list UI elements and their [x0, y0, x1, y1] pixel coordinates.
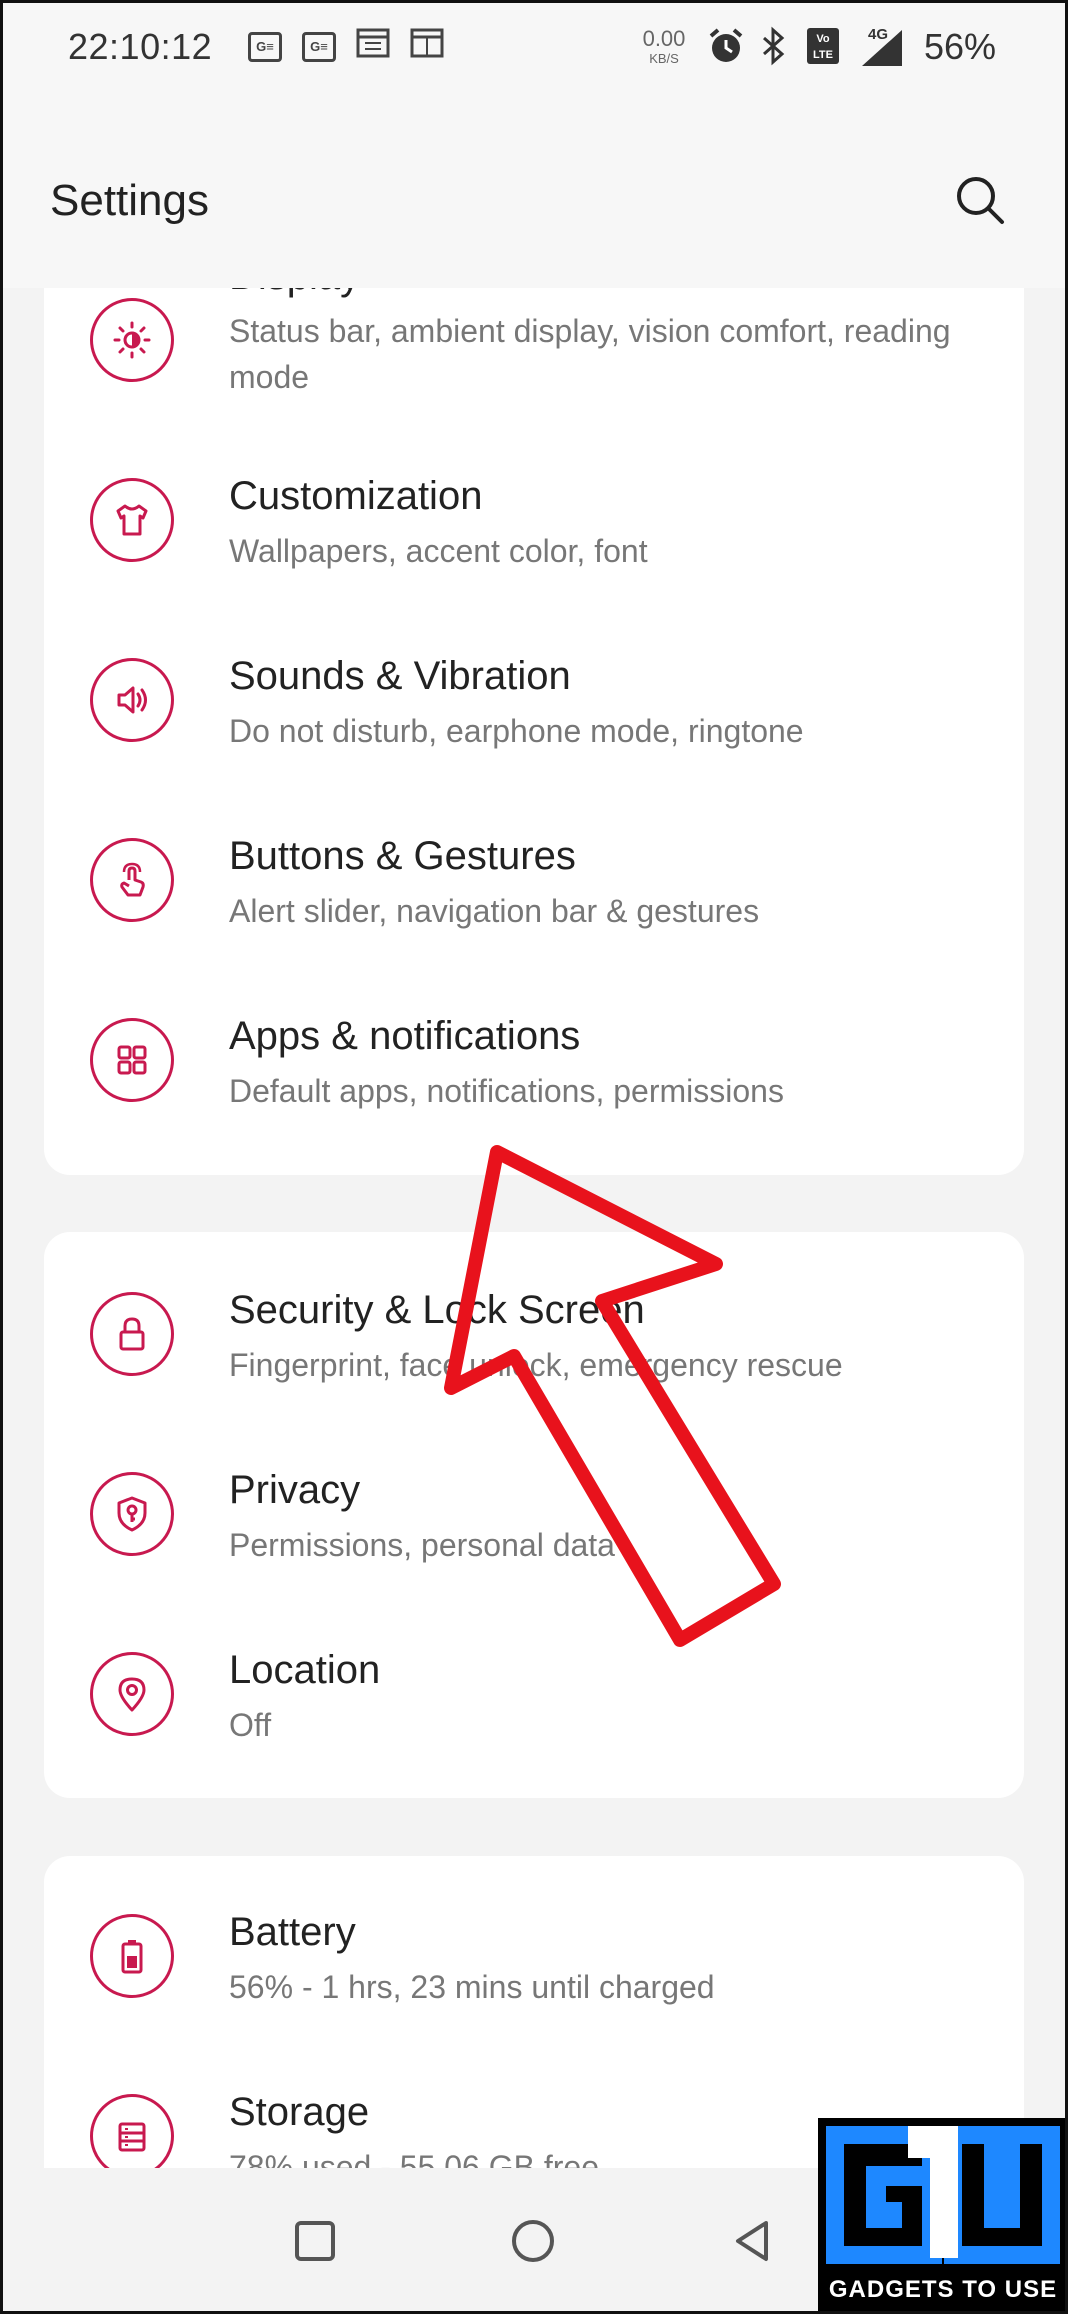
bluetooth-icon: [758, 26, 790, 71]
circle-icon: [512, 2220, 554, 2262]
item-subtitle: Default apps, notifications, permissions: [229, 1073, 784, 1109]
alarm-icon: [706, 26, 746, 71]
storage-icon: [90, 2094, 174, 2168]
item-title: Display: [229, 288, 360, 299]
gadgets-to-use-watermark: GADGETS TO USE: [818, 2118, 1068, 2314]
calendar-icon: [410, 26, 444, 65]
gmail-icon: G≡: [248, 32, 282, 62]
network-speed-unit: KB/S: [649, 51, 679, 66]
item-subtitle: Status bar, ambient display, vision comf…: [229, 313, 951, 395]
app-header: Settings: [0, 100, 1068, 288]
page-title: Settings: [50, 176, 209, 225]
item-title: Customization: [229, 474, 483, 518]
settings-list[interactable]: Display Status bar, ambient display, vis…: [0, 288, 1068, 2168]
settings-item-privacy[interactable]: Privacy Permissions, personal data: [44, 1428, 1024, 1598]
item-title: Battery: [229, 1910, 356, 1954]
item-subtitle: 56% - 1 hrs, 23 mins until charged: [229, 1969, 715, 2005]
back-button[interactable]: [728, 2216, 778, 2266]
battery-icon: [90, 1914, 174, 1998]
item-subtitle: Wallpapers, accent color, font: [229, 533, 648, 569]
watermark-text: GADGETS TO USE: [828, 2276, 1058, 2303]
shield-key-icon: [90, 1472, 174, 1556]
svg-text:Vo: Vo: [816, 33, 830, 45]
calendar-icon: [356, 26, 390, 65]
item-title: Buttons & Gestures: [229, 834, 576, 878]
settings-item-customization[interactable]: Customization Wallpapers, accent color, …: [44, 436, 1024, 606]
search-button[interactable]: [950, 170, 1010, 230]
location-pin-icon: [90, 1652, 174, 1736]
item-subtitle: Do not disturb, earphone mode, ringtone: [229, 713, 804, 749]
item-title: Privacy: [229, 1468, 361, 1512]
item-subtitle: Permissions, personal data: [229, 1527, 615, 1563]
gmail-icon: G≡: [302, 32, 336, 62]
svg-text:LTE: LTE: [813, 49, 833, 61]
settings-card-security: Security & Lock Screen Fingerprint, face…: [44, 1232, 1024, 1798]
speaker-icon: [90, 658, 174, 742]
recents-button[interactable]: [290, 2216, 340, 2266]
search-icon: [957, 177, 1004, 224]
item-title: Security & Lock Screen: [229, 1288, 645, 1332]
network-speed: 0.00 KB/S: [636, 26, 692, 66]
gesture-icon: [90, 838, 174, 922]
settings-item-location[interactable]: Location Off: [44, 1608, 1024, 1778]
lock-icon: [90, 1292, 174, 1376]
network-speed-value: 0.00: [642, 26, 686, 51]
item-title: Sounds & Vibration: [229, 654, 571, 698]
item-subtitle: Off: [229, 1707, 272, 1743]
settings-item-buttons-gestures[interactable]: Buttons & Gestures Alert slider, navigat…: [44, 796, 1024, 966]
display-icon: [90, 298, 174, 382]
settings-item-battery[interactable]: Battery 56% - 1 hrs, 23 mins until charg…: [44, 1872, 1024, 2042]
settings-item-sounds[interactable]: Sounds & Vibration Do not disturb, earph…: [44, 616, 1024, 786]
item-subtitle: Fingerprint, face unlock, emergency resc…: [229, 1347, 843, 1383]
item-title: Apps & notifications: [229, 1014, 581, 1058]
apps-grid-icon: [90, 1018, 174, 1102]
status-bar: 22:10:12 G≡ G≡ 0.00 KB/S Vo LTE 4G 56%: [0, 0, 1068, 100]
settings-item-security[interactable]: Security & Lock Screen Fingerprint, face…: [44, 1248, 1024, 1418]
signal-icon: 4G: [858, 26, 908, 73]
settings-card-general: Display Status bar, ambient display, vis…: [44, 288, 1024, 1175]
square-icon: [295, 2221, 335, 2261]
item-title: Location: [229, 1648, 381, 1692]
battery-percent: 56%: [924, 26, 997, 67]
item-subtitle: Alert slider, navigation bar & gestures: [229, 893, 760, 929]
settings-item-apps-notifications[interactable]: Apps & notifications Default apps, notif…: [44, 976, 1024, 1146]
network-type: 4G: [868, 26, 889, 43]
status-time: 22:10:12: [68, 26, 213, 67]
triangle-back-icon: [736, 2221, 768, 2261]
settings-item-display[interactable]: Display Status bar, ambient display, vis…: [44, 288, 1024, 418]
item-title: Storage: [229, 2090, 370, 2134]
gadgets-to-use-logo: [826, 2126, 1060, 2264]
tshirt-icon: [90, 478, 174, 562]
volte-icon: Vo LTE: [806, 26, 840, 71]
home-button[interactable]: [508, 2216, 558, 2266]
